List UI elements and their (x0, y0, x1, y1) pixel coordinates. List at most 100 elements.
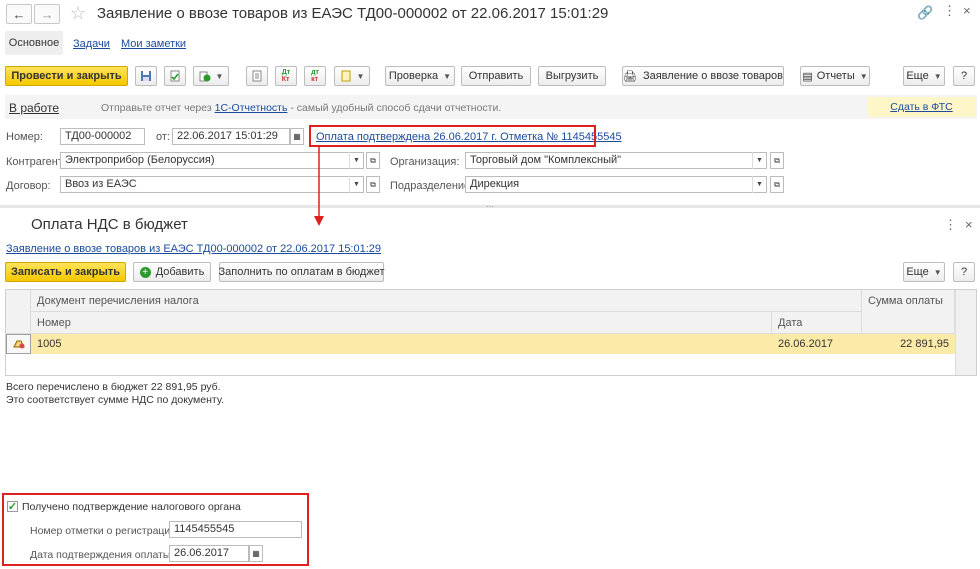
check-button[interactable]: Проверка ▼ (385, 66, 455, 86)
dropdown-arrow-icon: ▼ (356, 71, 365, 81)
chevron-down-icon: ▼ (353, 157, 360, 164)
calendar-icon: ▦ (293, 132, 301, 141)
tab-main[interactable]: Основное (5, 31, 63, 55)
summary-total: Всего перечислено в бюджет 22 891,95 руб… (6, 381, 221, 393)
organization-open-button[interactable]: ⧉ (770, 152, 784, 169)
number-field[interactable]: ТД00-000002 (60, 128, 145, 145)
upload-button[interactable]: Выгрузить (538, 66, 606, 86)
counterparty-dropdown[interactable]: ▼ (349, 152, 363, 169)
contract-dropdown[interactable]: ▼ (349, 176, 363, 193)
table-scrollbar[interactable] (955, 290, 976, 375)
registration-number-label: Номер отметки о регистрации: (30, 525, 180, 537)
counterparty-open-button[interactable]: ⧉ (366, 152, 380, 169)
date-field[interactable]: 22.06.2017 15:01:29 (172, 128, 290, 145)
chevron-down-icon: ▼ (756, 157, 763, 164)
help-button[interactable]: ? (953, 66, 975, 86)
subform-title: Оплата НДС в бюджет (31, 216, 188, 233)
number-label: Номер: (6, 131, 43, 143)
more-label: Еще (906, 70, 929, 82)
cell-date[interactable]: 26.06.2017 (772, 334, 862, 354)
back-button[interactable]: ← (6, 4, 32, 24)
fill-from-payments-button[interactable]: Заполнить по оплатам в бюджет (219, 262, 385, 282)
create-based-button[interactable]: ▼ (193, 66, 229, 86)
status-state-link[interactable]: В работе (9, 101, 59, 115)
payment-link-highlight (309, 125, 596, 147)
open-icon: ⧉ (370, 155, 376, 165)
dropdown-arrow-icon: ▼ (933, 267, 942, 277)
reports-button[interactable]: ▤ Отчеты ▼ (800, 66, 870, 86)
add-label: Добавить (155, 266, 205, 278)
dt-kt-button[interactable]: Дт Кт (275, 66, 297, 86)
date-label: от: (156, 131, 170, 143)
division-field[interactable]: Дирекция (465, 176, 767, 193)
summary-note: Это соответствует сумме НДС по документу… (6, 394, 224, 406)
sub-help-button[interactable]: ? (953, 262, 975, 282)
post-button[interactable] (164, 66, 186, 86)
link-icon[interactable]: 🔗 (917, 5, 933, 21)
header-group-document: Документ перечисления налога (31, 290, 862, 312)
dropdown-arrow-icon: ▼ (859, 71, 868, 81)
add-button[interactable]: + Добавить (133, 262, 211, 282)
reports-label: Отчеты (816, 70, 855, 82)
sub-more-button[interactable]: Еще ▼ (903, 262, 945, 282)
tab-tasks[interactable]: Задачи (73, 38, 110, 50)
tab-notes[interactable]: Мои заметки (121, 38, 186, 50)
menu-dots-icon[interactable]: ⋮ (943, 3, 956, 19)
organization-field[interactable]: Торговый дом "Комплексный" (465, 152, 767, 169)
reporting-service-link[interactable]: 1С-Отчетность (215, 102, 288, 114)
table-icon-column-header (6, 290, 31, 334)
organization-dropdown[interactable]: ▼ (752, 152, 766, 169)
status-message-suffix: - самый удобный способ сдачи отчетности. (287, 102, 502, 114)
print-application-button[interactable]: 🖨 Заявление о ввозе товаров (622, 66, 784, 86)
division-dropdown[interactable]: ▼ (752, 176, 766, 193)
tab-main-label: Основное (8, 37, 60, 49)
save-icon (141, 71, 151, 81)
confirmation-checkbox-label[interactable]: Получено подтверждение налогового органа (22, 501, 241, 513)
status-message-prefix: Отправьте отчет через (101, 102, 215, 114)
contract-open-button[interactable]: ⧉ (366, 176, 380, 193)
post-and-close-button[interactable]: Провести и закрыть (5, 66, 128, 86)
dt-kt-report-button[interactable]: дт кт (304, 66, 326, 86)
registration-number-field[interactable]: 1145455545 (169, 521, 302, 538)
check-label: Проверка (388, 70, 439, 82)
arrow-connector (314, 146, 324, 226)
open-icon: ⧉ (774, 179, 780, 189)
payment-date-field[interactable]: 26.06.2017 (169, 545, 249, 562)
dropdown-arrow-icon: ▼ (933, 71, 942, 81)
arrow-left-icon: ← (12, 6, 26, 22)
header-number[interactable]: Номер (31, 312, 772, 334)
post-doc-icon (170, 70, 180, 82)
division-label: Подразделение: (390, 180, 474, 192)
send-button[interactable]: Отправить (461, 66, 531, 86)
payment-order-icon (12, 340, 25, 349)
attach-button[interactable]: ▼ (334, 66, 370, 86)
source-document-link[interactable]: Заявление о ввозе товаров из ЕАЭС ТД00-0… (6, 243, 381, 255)
create-based-icon (199, 71, 211, 82)
forward-button[interactable]: → (34, 4, 60, 24)
close-icon[interactable]: × (965, 217, 973, 232)
cell-number[interactable]: 1005 (31, 334, 772, 354)
contract-label: Договор: (6, 180, 51, 192)
open-icon: ⧉ (370, 179, 376, 189)
save-and-close-button[interactable]: Записать и закрыть (5, 262, 126, 282)
plus-icon: + (139, 266, 151, 278)
header-date[interactable]: Дата (772, 312, 862, 334)
submit-fts-link[interactable]: Сдать в ФТС (890, 101, 952, 113)
fts-banner: Сдать в ФТС (868, 97, 975, 117)
close-icon[interactable]: × (963, 3, 971, 18)
cell-sum[interactable]: 22 891,95 (862, 334, 955, 354)
menu-dots-icon[interactable]: ⋮ (944, 217, 957, 233)
payment-date-calendar-button[interactable]: ▦ (249, 545, 263, 562)
star-icon[interactable]: ☆ (70, 3, 86, 24)
print-application-label: Заявление о ввозе товаров (642, 70, 783, 82)
splitter-handle-icon[interactable]: ⋯ (486, 202, 494, 211)
window-title: Заявление о ввозе товаров из ЕАЭС ТД00-0… (97, 5, 609, 22)
counterparty-label: Контрагент: (6, 156, 66, 168)
calendar-button[interactable]: ▦ (290, 128, 304, 145)
save-button[interactable] (135, 66, 157, 86)
division-open-button[interactable]: ⧉ (770, 176, 784, 193)
journal-button[interactable] (246, 66, 268, 86)
confirmation-checkbox[interactable]: ✓ (7, 501, 18, 512)
header-sum[interactable]: Сумма оплаты (862, 290, 955, 334)
more-button[interactable]: Еще ▼ (903, 66, 945, 86)
